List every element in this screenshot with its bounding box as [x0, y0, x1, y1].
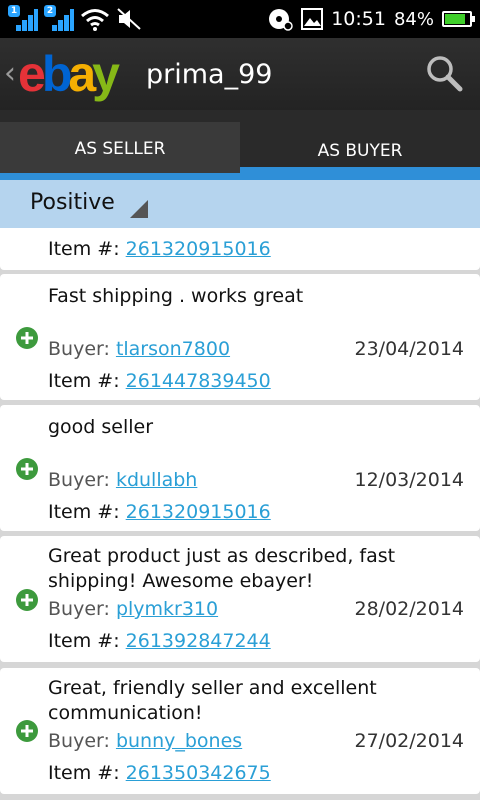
sim1-signal-icon: 1 — [8, 5, 38, 31]
image-notification-icon — [301, 8, 324, 30]
wifi-icon — [81, 9, 109, 31]
item-number-link[interactable]: 261447839450 — [126, 370, 271, 392]
clock: 10:51 — [331, 8, 386, 30]
feedback-card[interactable]: good seller Buyer: kdullabh 12/03/2014 I… — [0, 405, 480, 531]
battery-fill — [445, 14, 466, 24]
feedback-card[interactable]: Great product just as described, fast sh… — [0, 536, 480, 662]
positive-feedback-icon — [16, 720, 38, 742]
item-number-link[interactable]: 261320915016 — [126, 238, 271, 260]
tab-as-buyer-label: AS BUYER — [317, 141, 403, 161]
tab-as-seller-label: AS SELLER — [74, 139, 166, 159]
feedback-date: 27/02/2014 — [354, 730, 464, 752]
buyer-username-link[interactable]: tlarson7800 — [116, 338, 230, 360]
status-bar-right: 10:51 84% — [267, 6, 475, 32]
buyer-line: Buyer: plymkr310 — [48, 598, 219, 620]
feedback-comment: Great, friendly seller and excellent com… — [48, 677, 377, 724]
filter-selected-value: Positive — [30, 190, 115, 215]
positive-feedback-icon — [16, 589, 38, 611]
item-number-link[interactable]: 261350342675 — [126, 762, 271, 784]
search-icon[interactable] — [422, 52, 466, 96]
item-line: Item #: 261320915016 — [48, 501, 271, 523]
feedback-comment: good seller — [48, 416, 154, 438]
item-line: Item #: 261447839450 — [48, 370, 271, 392]
feedback-date: 23/04/2014 — [354, 338, 464, 360]
buyer-username-link[interactable]: kdullabh — [116, 469, 197, 491]
item-line: Item #: 261392847244 — [48, 630, 271, 652]
feedback-card[interactable]: Great, friendly seller and excellent com… — [0, 668, 480, 794]
feedback-date: 28/02/2014 — [354, 598, 464, 620]
app-bar: ‹ ebay prima_99 — [0, 38, 480, 110]
tab-as-seller[interactable]: AS SELLER — [0, 122, 240, 180]
page-title: prima_99 — [146, 59, 273, 90]
ebay-logo[interactable]: ebay — [18, 46, 120, 102]
mute-icon — [117, 8, 141, 30]
feedback-filter-dropdown[interactable]: Positive — [0, 180, 480, 228]
feedback-comment: Great product just as described, fast sh… — [48, 545, 396, 592]
buyer-line: Buyer: tlarson7800 — [48, 338, 231, 360]
item-number-link[interactable]: 261320915016 — [126, 501, 271, 523]
item-line: Item #: 261350342675 — [48, 762, 271, 784]
feedback-card[interactable]: Fast shipping . works great Buyer: tlars… — [0, 274, 480, 400]
back-chevron-icon[interactable]: ‹ — [4, 56, 16, 91]
sim2-signal-icon: 2 — [44, 5, 74, 31]
feedback-date: 12/03/2014 — [354, 469, 464, 491]
sync-disc-icon — [269, 9, 293, 31]
feedback-card[interactable]: Item #: 261320915016 — [0, 228, 480, 270]
buyer-username-link[interactable]: plymkr310 — [116, 598, 218, 620]
positive-feedback-icon — [16, 458, 38, 480]
tab-divider — [0, 173, 480, 180]
status-bar-left: 1 2 — [8, 5, 142, 31]
positive-feedback-icon — [16, 327, 38, 349]
battery-icon — [442, 11, 475, 27]
battery-percent: 84% — [393, 8, 434, 30]
buyer-line: Buyer: kdullabh — [48, 469, 198, 491]
buyer-username-link[interactable]: bunny_bones — [116, 730, 242, 752]
feedback-list[interactable]: Item #: 261320915016 Fast shipping . wor… — [0, 228, 480, 800]
buyer-line: Buyer: bunny_bones — [48, 730, 243, 752]
item-number-link[interactable]: 261392847244 — [126, 630, 271, 652]
feedback-comment: Fast shipping . works great — [48, 285, 304, 307]
status-bar: 1 2 10:51 84% — [0, 0, 480, 38]
dropdown-arrow-icon — [130, 200, 148, 218]
item-line: Item #: 261320915016 — [48, 238, 271, 260]
